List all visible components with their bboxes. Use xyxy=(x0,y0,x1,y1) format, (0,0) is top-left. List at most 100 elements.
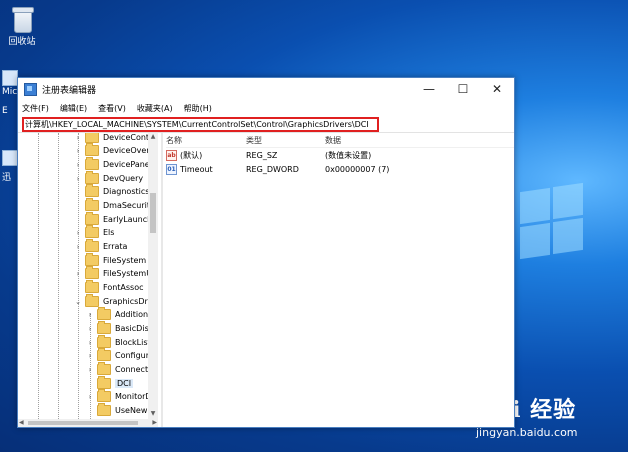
menu-favorites[interactable]: 收藏夹(A) xyxy=(137,103,173,114)
tree-node-label: FontAssoc xyxy=(103,283,144,292)
tree-node[interactable]: UseNewKe xyxy=(86,403,157,417)
tree-node-label: Els xyxy=(103,228,115,237)
expand-icon[interactable]: › xyxy=(74,175,82,183)
tree-node[interactable]: FontAssoc xyxy=(74,280,144,294)
tree-node[interactable]: › MonitorDa xyxy=(86,389,156,403)
list-item[interactable]: ab (默认) REG_SZ (数值未设置) xyxy=(166,148,514,162)
expand-icon[interactable]: › xyxy=(74,229,82,237)
tree-node-label: Diagnostics xyxy=(103,187,150,196)
tree-node[interactable]: DmaSecurity xyxy=(74,198,155,212)
folder-icon xyxy=(97,403,111,416)
folder-icon xyxy=(97,348,111,361)
tree-node[interactable]: FileSystem xyxy=(74,253,147,267)
close-button[interactable]: ✕ xyxy=(480,82,514,96)
scroll-right-icon[interactable]: ▶ xyxy=(152,419,157,426)
expand-icon[interactable]: › xyxy=(86,311,94,319)
folder-icon xyxy=(85,157,99,170)
minimize-button[interactable]: — xyxy=(412,82,446,96)
value-name: (默认) xyxy=(180,150,203,160)
tree-node[interactable]: › Additional xyxy=(86,307,155,321)
tree-node-label: GraphicsDriv xyxy=(103,297,155,306)
expand-icon[interactable]: › xyxy=(74,161,82,169)
value-type: REG_SZ xyxy=(246,150,278,160)
tree-node[interactable]: › Errata xyxy=(74,239,127,253)
folder-icon xyxy=(85,198,99,211)
expand-icon[interactable]: › xyxy=(86,393,94,401)
tree-node-selected[interactable]: DCI xyxy=(86,376,134,390)
tree-node[interactable]: › FileSystemUti xyxy=(74,266,157,280)
address-bar[interactable]: 计算机\HKEY_LOCAL_MACHINE\SYSTEM\CurrentCon… xyxy=(22,117,379,132)
expand-icon[interactable]: › xyxy=(86,352,94,360)
menu-view[interactable]: 查看(V) xyxy=(98,103,126,114)
tree-node[interactable]: Diagnostics xyxy=(74,184,150,198)
menu-bar: 文件(F) 编辑(E) 查看(V) 收藏夹(A) 帮助(H) xyxy=(18,100,514,116)
menu-edit[interactable]: 编辑(E) xyxy=(60,103,87,114)
tree-node[interactable]: › DeviceOverri xyxy=(74,143,155,157)
tree-node[interactable]: › DevicePanels xyxy=(74,157,156,171)
scroll-up-icon[interactable]: ▲ xyxy=(148,133,158,142)
registry-editor-window: 注册表编辑器 — ☐ ✕ 文件(F) 编辑(E) 查看(V) 收藏夹(A) 帮助… xyxy=(17,77,515,428)
folder-icon xyxy=(85,239,99,252)
registry-app-icon xyxy=(24,82,37,96)
tree-node-label: DCI xyxy=(115,379,134,388)
maximize-button[interactable]: ☐ xyxy=(446,82,480,96)
folder-icon xyxy=(85,171,99,184)
expand-icon[interactable]: › xyxy=(74,243,82,251)
window-title: 注册表编辑器 xyxy=(42,85,97,96)
folder-icon xyxy=(97,321,111,334)
expand-icon[interactable]: › xyxy=(74,270,82,278)
collapse-icon[interactable]: ⌄ xyxy=(74,298,82,306)
scroll-down-icon[interactable]: ▼ xyxy=(148,410,158,419)
tree-node[interactable]: › Connectivi xyxy=(86,362,157,376)
tree-node-label: DmaSecurity xyxy=(103,201,155,210)
menu-file[interactable]: 文件(F) xyxy=(22,103,49,114)
expand-icon[interactable]: › xyxy=(74,134,82,142)
folder-icon xyxy=(85,253,99,266)
value-data: 0x00000007 (7) xyxy=(325,164,390,174)
folder-icon xyxy=(97,376,111,389)
tree-node-label: FileSystem xyxy=(103,256,147,265)
values-list: 名称 类型 数据 ab (默认) REG_SZ (数值未设置) 01 Timeo… xyxy=(166,133,514,427)
expand-icon[interactable]: › xyxy=(86,339,94,347)
tree-node-label: EarlyLaunch xyxy=(103,215,153,224)
folder-icon xyxy=(85,133,99,143)
column-header-data[interactable]: 数据 xyxy=(325,135,445,146)
expand-icon[interactable]: › xyxy=(86,325,94,333)
recycle-bin-icon[interactable]: 回收站 xyxy=(4,6,40,47)
column-header-name[interactable]: 名称 xyxy=(166,135,246,146)
tree-node-expanded[interactable]: ⌄ GraphicsDriv xyxy=(74,294,155,308)
folder-icon xyxy=(85,225,99,238)
expand-icon[interactable]: › xyxy=(74,147,82,155)
tree-horizontal-scrollbar[interactable]: ◀ ▶ xyxy=(18,419,158,427)
folder-icon xyxy=(97,335,111,348)
app-icon xyxy=(2,150,18,166)
scroll-thumb[interactable] xyxy=(28,421,138,425)
registry-tree: › DeviceContai › DeviceOverri › DevicePa… xyxy=(18,133,161,427)
tree-node[interactable]: › DevQuery xyxy=(74,171,143,185)
list-item[interactable]: 01 Timeout REG_DWORD 0x00000007 (7) xyxy=(166,162,514,176)
value-data: (数值未设置) xyxy=(325,150,372,160)
expand-icon[interactable]: › xyxy=(86,366,94,374)
column-header-type[interactable]: 类型 xyxy=(246,135,325,146)
tree-node-label: BlockList xyxy=(115,338,151,347)
tree-node[interactable]: › Configurat xyxy=(86,348,157,362)
folder-icon xyxy=(85,143,99,156)
scroll-left-icon[interactable]: ◀ xyxy=(19,419,24,426)
title-bar[interactable]: 注册表编辑器 — ☐ ✕ xyxy=(18,78,514,100)
trash-icon xyxy=(11,6,34,33)
scroll-thumb[interactable] xyxy=(150,193,156,233)
menu-help[interactable]: 帮助(H) xyxy=(184,103,212,114)
tree-node[interactable]: › Els xyxy=(74,225,115,239)
folder-icon xyxy=(97,389,111,402)
pane-splitter[interactable] xyxy=(161,133,163,427)
folder-icon xyxy=(97,307,111,320)
tree-node[interactable]: › BasicDispl xyxy=(86,321,156,335)
folder-icon xyxy=(85,294,99,307)
app-icon xyxy=(2,70,18,86)
tree-node[interactable]: › BlockList xyxy=(86,335,151,349)
recycle-bin-label: 回收站 xyxy=(8,37,36,47)
folder-icon xyxy=(97,362,111,375)
tree-vertical-scrollbar[interactable]: ▲ ▼ xyxy=(148,133,158,419)
value-type: REG_DWORD xyxy=(246,164,299,174)
folder-icon xyxy=(85,212,99,225)
